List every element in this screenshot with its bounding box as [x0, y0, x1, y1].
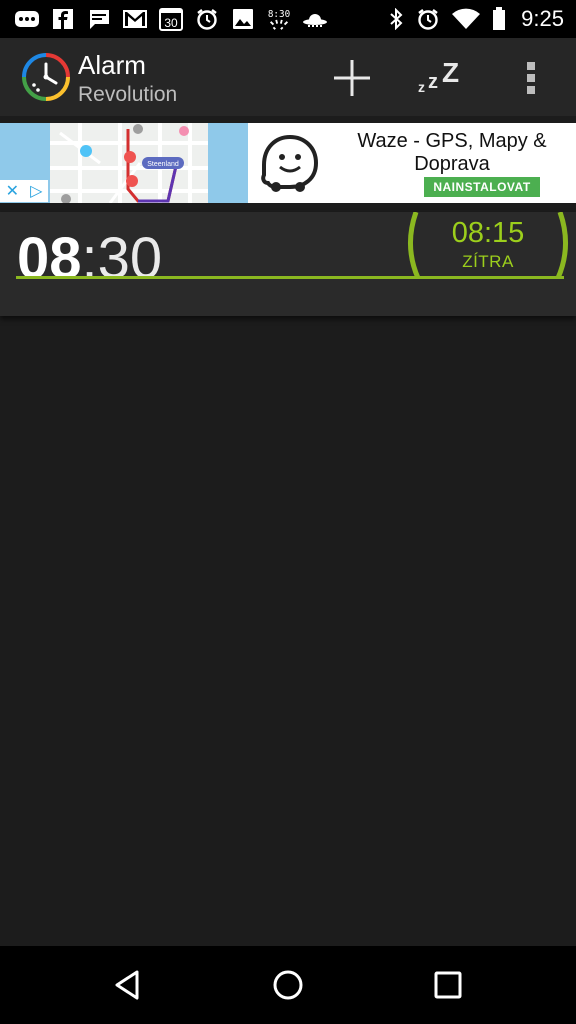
- status-bar-system: 9:25: [387, 6, 576, 32]
- gmail-icon: [122, 8, 148, 30]
- close-icon[interactable]: ✕: [6, 181, 19, 201]
- next-alarm-time: 08:15: [451, 217, 525, 249]
- app-subtitle: Revolution: [78, 83, 178, 106]
- more-icon: [14, 8, 40, 30]
- app-bar: Alarm Revolution z z Z: [0, 38, 576, 116]
- calendar-icon: 30: [158, 8, 184, 31]
- ad-install-button[interactable]: NAINSTALOVAT: [424, 177, 540, 197]
- app-logo-icon: [20, 51, 72, 103]
- status-bar-notifications: 30 8:30: [0, 8, 328, 31]
- svg-text:z: z: [428, 71, 438, 93]
- ad-map-image: Steenland: [50, 123, 208, 203]
- navigation-bar: [0, 946, 576, 1024]
- next-alarm-day: ZÍTRA: [462, 252, 514, 271]
- alarm-minutes: 30: [97, 226, 163, 291]
- alarm-hours: 08: [17, 226, 82, 291]
- snooze-icon: z z Z: [418, 58, 459, 95]
- svg-text:30: 30: [164, 16, 178, 30]
- status-clock: 9:25: [521, 6, 564, 31]
- alarm-item[interactable]: 08:30 08:15 ZÍTRA: [0, 212, 576, 316]
- image-icon: [230, 8, 256, 30]
- snooze-button[interactable]: z z Z: [414, 52, 466, 104]
- add-alarm-button[interactable]: [326, 52, 378, 104]
- svg-text:Steenland: Steenland: [147, 161, 179, 168]
- svg-text:Z: Z: [442, 58, 459, 88]
- ufo-icon: [302, 8, 328, 30]
- home-button[interactable]: [258, 960, 318, 1010]
- battery-icon: [491, 7, 507, 30]
- overflow-menu-button[interactable]: [505, 52, 557, 104]
- ad-choices[interactable]: ✕ ▷: [0, 180, 48, 202]
- svg-text:z: z: [418, 79, 425, 95]
- app-title: Alarm: [78, 50, 146, 80]
- home-icon: [273, 970, 303, 1000]
- back-icon: [115, 970, 139, 1000]
- screen: 30 8:30 9:25 Alarm Revolution z z Z Stee…: [0, 0, 576, 1024]
- alarm-time: 08:30: [17, 224, 162, 294]
- plus-icon: [334, 60, 370, 96]
- wifi-icon: [451, 8, 481, 30]
- adchoices-icon[interactable]: ▷: [30, 181, 42, 201]
- alarm-separator: :: [81, 226, 98, 291]
- status-bar: 30 8:30 9:25: [0, 0, 576, 38]
- recents-icon: [434, 971, 462, 999]
- more-vert-icon: [527, 62, 535, 94]
- weather-icon: 8:30: [266, 8, 292, 30]
- alarm-icon: [194, 8, 220, 30]
- bluetooth-icon: [387, 8, 405, 30]
- ad-title: Waze - GPS, Mapy & Doprava: [357, 130, 547, 175]
- message-icon: [86, 8, 112, 30]
- back-button[interactable]: [98, 960, 158, 1010]
- ad-decoration-2: [208, 123, 248, 203]
- alarm-clock-icon: [415, 8, 441, 30]
- recents-button[interactable]: [418, 960, 478, 1010]
- waze-app-icon: [248, 123, 328, 203]
- facebook-icon: [50, 8, 76, 30]
- ad-banner[interactable]: Steenland Waze - GPS, Mapy & Doprava NAI…: [0, 123, 576, 203]
- svg-text:8:30: 8:30: [268, 9, 290, 20]
